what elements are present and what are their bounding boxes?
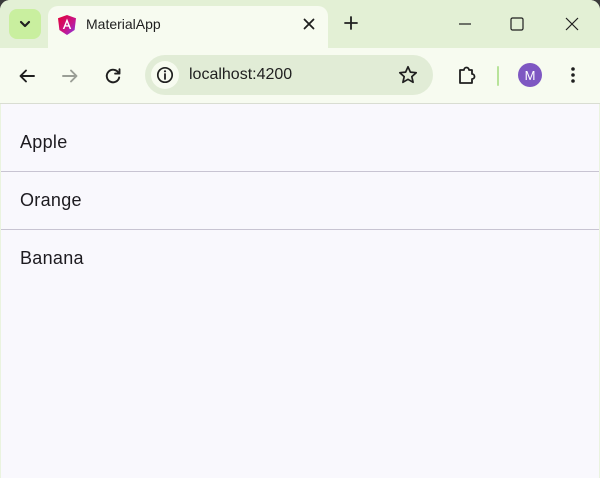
list-item[interactable]: Orange [1,172,599,230]
extensions-button[interactable] [455,63,479,87]
puzzle-icon [456,64,478,86]
avatar[interactable]: M [518,63,542,87]
tab-title: MaterialApp [86,16,161,32]
address-bar[interactable]: localhost:4200 [145,55,433,95]
tab-strip: MaterialApp [0,0,600,48]
close-window-button[interactable] [560,12,584,36]
browser-toolbar: localhost:4200 M [0,48,600,104]
url-text[interactable]: localhost:4200 [189,66,292,84]
star-icon[interactable] [397,64,419,86]
more-vert-icon [570,66,576,84]
minimize-button[interactable] [453,12,477,36]
tab-search-button[interactable] [9,9,41,39]
list-item-label: Apple [20,132,68,152]
close-icon[interactable] [300,15,318,33]
list-item[interactable]: Banana [1,230,599,288]
back-button[interactable] [13,62,41,90]
reload-icon [104,67,122,85]
list-item-label: Banana [20,248,84,268]
reload-button[interactable] [99,62,127,90]
browser-menu-button[interactable] [563,63,583,87]
close-icon [565,17,579,31]
arrow-right-icon [61,67,79,85]
maximize-button[interactable] [505,12,529,36]
info-icon [156,66,174,84]
toolbar-divider [497,66,499,86]
maximize-icon [510,17,524,31]
list-item[interactable]: Apple [1,114,599,172]
plus-icon [344,16,358,30]
list-item-label: Orange [20,190,82,210]
forward-button[interactable] [56,62,84,90]
arrow-left-icon [18,67,36,85]
minimize-icon [458,17,472,31]
chevron-down-icon [18,17,32,31]
site-info-button[interactable] [151,61,179,89]
page-content: Apple Orange Banana [1,104,599,478]
avatar-initial: M [524,67,536,83]
tab-materialapp[interactable]: MaterialApp [48,6,328,48]
new-tab-button[interactable] [340,12,362,34]
browser-window: MaterialApp localhost:4200 M Apple Orang… [0,0,600,478]
angular-icon [58,15,76,35]
